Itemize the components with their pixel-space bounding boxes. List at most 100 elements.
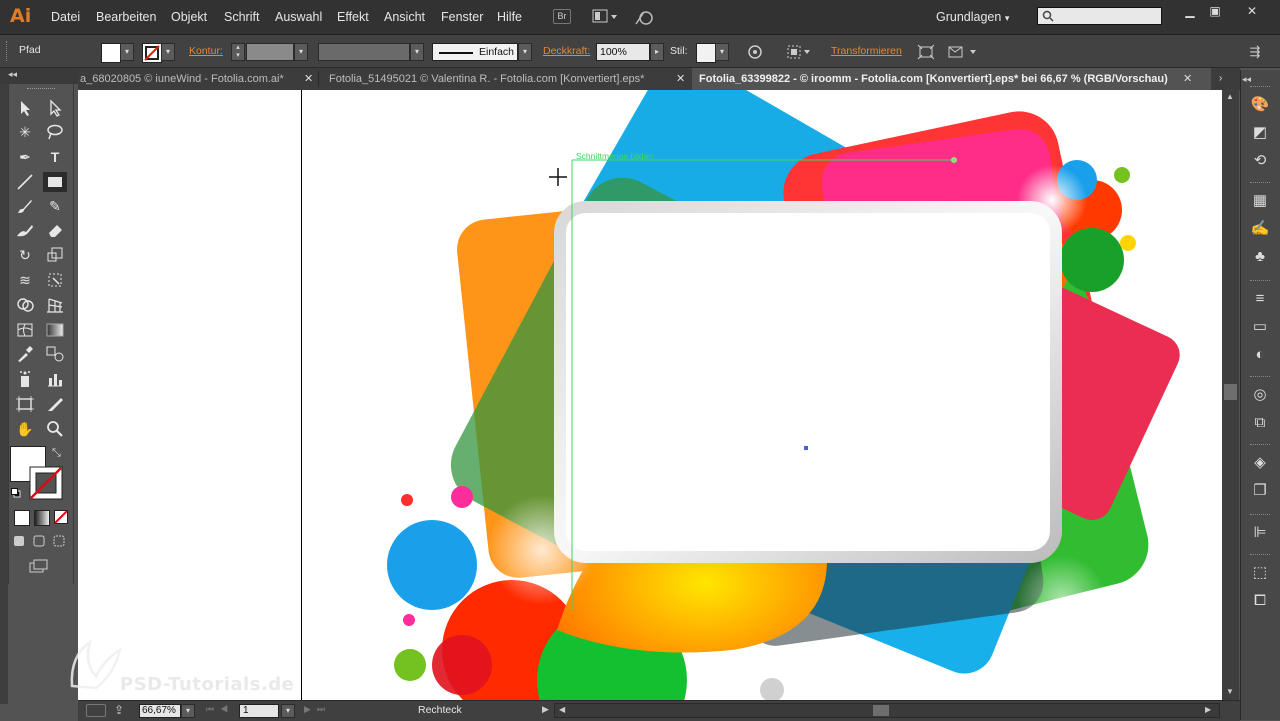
artboard-number-field[interactable]: 1 (239, 704, 279, 718)
gradient-mode-icon[interactable] (34, 510, 50, 526)
magic-wand-icon[interactable]: ✳ (14, 122, 36, 142)
blob-brush-icon[interactable] (14, 220, 36, 240)
default-colors-icon[interactable] (11, 488, 21, 498)
menu-objekt[interactable]: Objekt (171, 10, 207, 24)
deckkraft-label[interactable]: Deckkraft: (543, 45, 590, 57)
zoom-field[interactable]: 66,67% (139, 704, 181, 718)
swatches-icon[interactable]: ▦ (1248, 190, 1272, 212)
line-tool-icon[interactable] (14, 172, 36, 192)
kontur-label[interactable]: Kontur: (189, 45, 223, 57)
pen-tool-icon[interactable]: ✒ (14, 147, 36, 167)
brush-definition[interactable]: Einfach (432, 43, 518, 61)
document-tab-2[interactable]: Fotolia_51495021 © Valentina R. - Fotoli… (329, 68, 674, 90)
zoom-dropdown[interactable]: ▾ (181, 704, 195, 718)
menu-fenster[interactable]: Fenster (441, 10, 483, 24)
first-prev-artboard-icons[interactable]: ⏮◀ (206, 704, 234, 715)
type-tool-icon[interactable]: T (44, 147, 66, 167)
eraser-icon[interactable] (44, 220, 66, 240)
graphic-style-swatch[interactable] (696, 43, 716, 63)
close-button[interactable]: ✕ (1240, 4, 1264, 20)
document-tab-1[interactable]: a_68020805 © iuneWind - Fotolia.com.ai* (78, 68, 302, 90)
rectangle-tool-icon[interactable] (43, 172, 67, 192)
collapse-icon[interactable]: ◂◂ (8, 69, 17, 80)
screen-mode-icon[interactable] (28, 558, 50, 574)
graphic-style-dropdown[interactable]: ▾ (715, 43, 729, 61)
panel-menu-icon[interactable]: ⇶ (1244, 43, 1266, 61)
pencil-icon[interactable]: ✎ (44, 196, 66, 216)
horizontal-scrollbar[interactable]: ◀ ▶ (554, 703, 1220, 718)
menu-effekt[interactable]: Effekt (337, 10, 369, 24)
color-panel-icon[interactable]: 🎨 (1248, 94, 1272, 116)
isolate-object-button[interactable] (916, 43, 936, 61)
stroke-weight-stepper[interactable]: ▴ ▾ (231, 43, 245, 61)
hand-tool-icon[interactable]: ✋ (14, 419, 36, 439)
appearance-icon[interactable]: ◎ (1248, 384, 1272, 406)
brush-dropdown[interactable]: ▾ (518, 43, 532, 61)
minimize-button[interactable]: ▁ (1178, 4, 1202, 20)
search-field[interactable] (1037, 7, 1162, 25)
artwork[interactable]: Schnittmenge bilden (302, 90, 1222, 700)
swap-fill-stroke-icon[interactable]: ⤡ (52, 447, 61, 460)
rotate-tool-icon[interactable]: ↻ (14, 245, 36, 265)
transformieren-link[interactable]: Transformieren (831, 45, 902, 57)
export-icon[interactable]: ⇪ (114, 703, 124, 717)
align-panel-icon[interactable]: ⊫ (1248, 522, 1272, 544)
scroll-right-icon[interactable]: ▶ (1205, 705, 1211, 714)
recolor-panel-icon[interactable]: ⟲ (1248, 150, 1272, 172)
gradient-tool-icon[interactable] (44, 320, 66, 340)
stroke-color-box[interactable] (29, 466, 63, 500)
transparency-icon[interactable]: ◐ (1248, 344, 1272, 366)
transform-panel-icon[interactable]: ⬚ (1248, 562, 1272, 584)
bridge-button[interactable]: Br (553, 9, 571, 24)
menu-datei[interactable]: Datei (51, 10, 80, 24)
tab-1-close-icon[interactable]: ✕ (304, 68, 313, 90)
stroke-dropdown[interactable]: ▾ (161, 43, 175, 61)
slice-tool-icon[interactable] (44, 394, 66, 414)
lasso-icon[interactable] (44, 122, 66, 142)
symbol-sprayer-icon[interactable] (14, 369, 36, 389)
none-mode-icon[interactable] (54, 510, 68, 524)
opacity-slider-button[interactable]: ▸ (650, 43, 664, 61)
gpu-performance-button[interactable] (634, 8, 656, 26)
stroke-panel-icon[interactable]: ≡ (1248, 288, 1272, 310)
document-info-icon[interactable] (86, 704, 106, 717)
symbols-icon[interactable]: ♣ (1248, 246, 1272, 268)
stroke-weight-field[interactable] (246, 43, 294, 61)
layers-icon[interactable]: ◈ (1248, 452, 1272, 474)
direct-selection-tool-icon[interactable] (44, 98, 66, 118)
graphic-styles-icon[interactable]: ⧉ (1248, 412, 1272, 434)
expand-panels-icon[interactable]: ◂◂ (1242, 74, 1251, 85)
variable-width-profile[interactable] (318, 43, 410, 61)
hscroll-thumb[interactable] (873, 705, 889, 716)
paintbrush-icon[interactable] (14, 196, 36, 216)
vertical-scrollbar[interactable]: ▲ ▼ (1222, 90, 1239, 700)
scroll-down-icon[interactable]: ▼ (1226, 687, 1234, 696)
stroke-weight-dropdown[interactable]: ▾ (294, 43, 308, 61)
tab-2-close-icon[interactable]: ✕ (676, 68, 685, 90)
eyedropper-icon[interactable] (14, 344, 36, 364)
status-menu-arrow-icon[interactable]: ▶ (542, 704, 549, 715)
scroll-up-icon[interactable]: ▲ (1226, 92, 1234, 101)
scroll-left-icon[interactable]: ◀ (559, 705, 565, 714)
shape-builder-icon[interactable] (14, 295, 36, 315)
blend-tool-icon[interactable] (44, 344, 66, 364)
color-mode-icon[interactable] (14, 510, 30, 526)
artboards-icon[interactable]: ❐ (1248, 480, 1272, 502)
color-guide-icon[interactable]: ◩ (1248, 122, 1272, 144)
menu-auswahl[interactable]: Auswahl (275, 10, 322, 24)
pathfinder-icon[interactable]: ⧠ (1248, 590, 1272, 612)
mesh-tool-icon[interactable] (14, 320, 36, 340)
menu-schrift[interactable]: Schrift (224, 10, 259, 24)
gradient-panel-icon[interactable]: ▭ (1248, 316, 1272, 338)
graph-tool-icon[interactable] (44, 369, 66, 389)
fill-swatch[interactable] (101, 43, 121, 63)
scroll-thumb[interactable] (1224, 384, 1237, 400)
artboard-dropdown[interactable]: ▾ (281, 704, 295, 718)
next-last-artboard-icons[interactable]: ▶⏭ (304, 704, 331, 715)
zoom-tool-icon[interactable] (44, 419, 66, 439)
maximize-button[interactable]: ▣ (1203, 4, 1227, 20)
menu-ansicht[interactable]: Ansicht (384, 10, 425, 24)
document-tab-3[interactable]: Fotolia_63399822 - © iroomm - Fotolia.co… (692, 68, 1211, 90)
align-options-button[interactable] (785, 43, 813, 61)
arrange-documents-button[interactable] (592, 8, 618, 26)
